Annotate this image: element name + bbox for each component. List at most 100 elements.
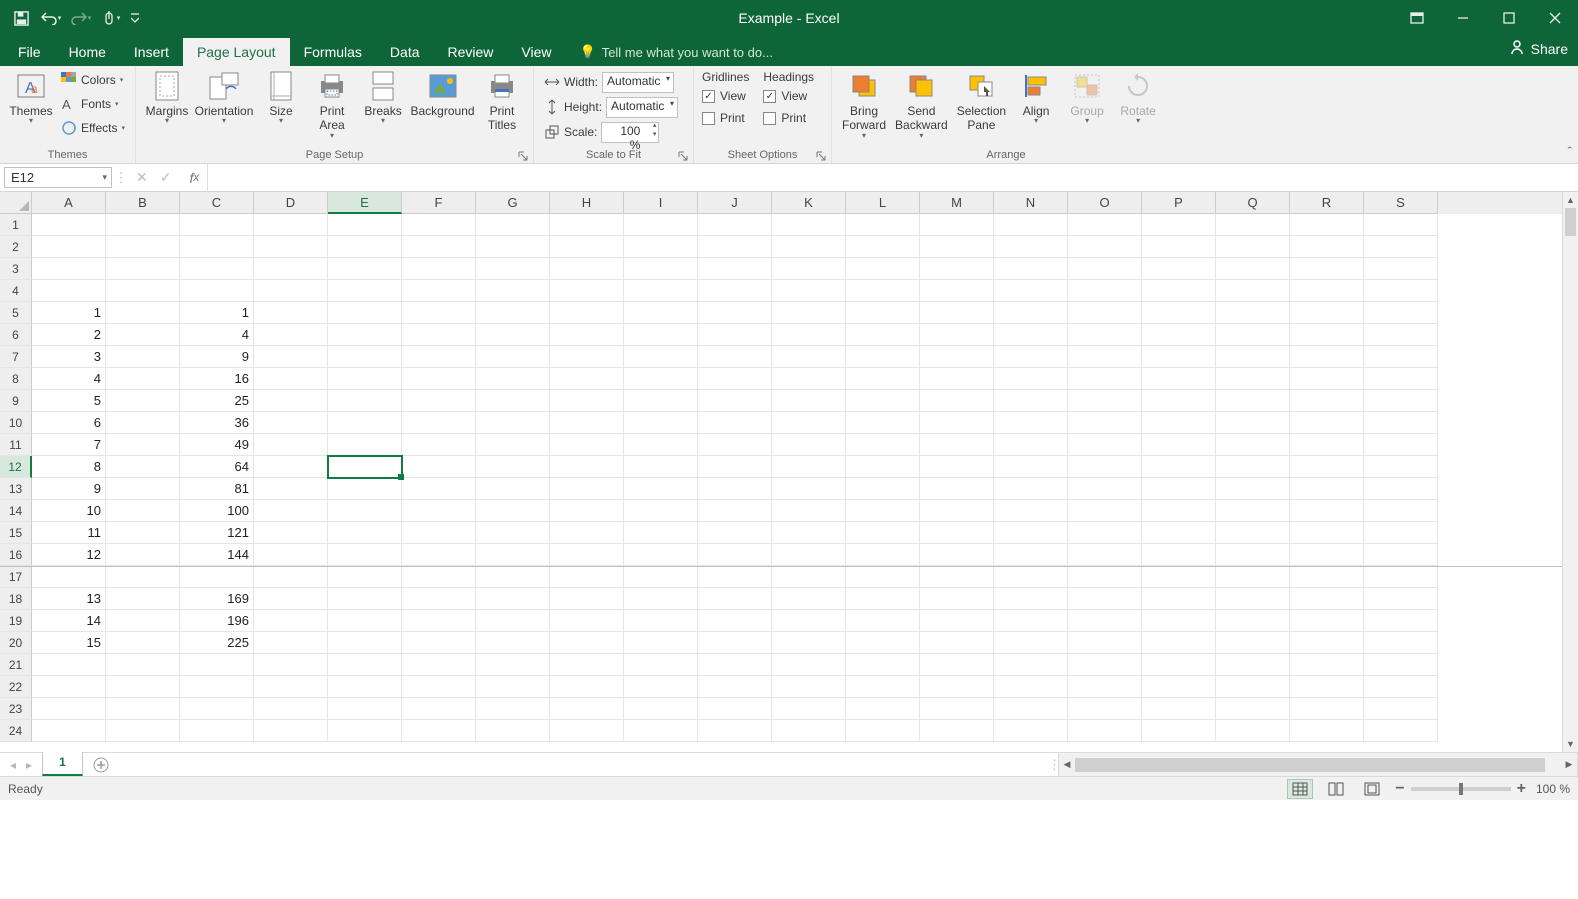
row-header-21[interactable]: 21 <box>0 654 32 676</box>
cell-P1[interactable] <box>1142 214 1216 236</box>
minimize-icon[interactable] <box>1440 0 1486 36</box>
cell-S18[interactable] <box>1364 588 1438 610</box>
column-header-Q[interactable]: Q <box>1216 192 1290 214</box>
cell-J23[interactable] <box>698 698 772 720</box>
cell-R24[interactable] <box>1290 720 1364 742</box>
cell-L2[interactable] <box>846 236 920 258</box>
cell-Q15[interactable] <box>1216 522 1290 544</box>
cell-Q23[interactable] <box>1216 698 1290 720</box>
normal-view-icon[interactable] <box>1287 779 1313 799</box>
cell-G14[interactable] <box>476 500 550 522</box>
zoom-track[interactable] <box>1411 787 1511 791</box>
cell-Q7[interactable] <box>1216 346 1290 368</box>
cell-H1[interactable] <box>550 214 624 236</box>
cell-C11[interactable]: 49 <box>180 434 254 456</box>
cell-L5[interactable] <box>846 302 920 324</box>
cell-J16[interactable] <box>698 544 772 566</box>
cell-J2[interactable] <box>698 236 772 258</box>
cell-A20[interactable]: 15 <box>32 632 106 654</box>
cell-O11[interactable] <box>1068 434 1142 456</box>
cell-S21[interactable] <box>1364 654 1438 676</box>
cell-E20[interactable] <box>328 632 402 654</box>
cell-E17[interactable] <box>328 566 402 588</box>
cell-A16[interactable]: 12 <box>32 544 106 566</box>
cell-S12[interactable] <box>1364 456 1438 478</box>
cell-R17[interactable] <box>1290 566 1364 588</box>
cell-K4[interactable] <box>772 280 846 302</box>
cell-C10[interactable]: 36 <box>180 412 254 434</box>
row-header-14[interactable]: 14 <box>0 500 32 522</box>
cell-Q5[interactable] <box>1216 302 1290 324</box>
sheet-next-icon[interactable]: ▸ <box>22 758 36 772</box>
cell-L14[interactable] <box>846 500 920 522</box>
cell-B24[interactable] <box>106 720 180 742</box>
row-header-2[interactable]: 2 <box>0 236 32 258</box>
cell-I21[interactable] <box>624 654 698 676</box>
print-titles-button[interactable]: Print Titles <box>477 68 527 135</box>
scroll-right-icon[interactable]: ▶ <box>1561 759 1577 770</box>
cell-H22[interactable] <box>550 676 624 698</box>
cell-B1[interactable] <box>106 214 180 236</box>
cell-P20[interactable] <box>1142 632 1216 654</box>
row-header-15[interactable]: 15 <box>0 522 32 544</box>
effects-button[interactable]: Effects▾ <box>57 116 129 140</box>
cell-H24[interactable] <box>550 720 624 742</box>
cell-H14[interactable] <box>550 500 624 522</box>
cell-G21[interactable] <box>476 654 550 676</box>
row-header-19[interactable]: 19 <box>0 610 32 632</box>
cell-B6[interactable] <box>106 324 180 346</box>
new-sheet-button[interactable] <box>89 753 113 776</box>
formula-input[interactable] <box>207 164 1578 191</box>
cell-M24[interactable] <box>920 720 994 742</box>
cell-Q4[interactable] <box>1216 280 1290 302</box>
cell-G1[interactable] <box>476 214 550 236</box>
cell-S9[interactable] <box>1364 390 1438 412</box>
cell-M3[interactable] <box>920 258 994 280</box>
cell-N20[interactable] <box>994 632 1068 654</box>
cell-O24[interactable] <box>1068 720 1142 742</box>
cell-D23[interactable] <box>254 698 328 720</box>
cell-G8[interactable] <box>476 368 550 390</box>
cell-A15[interactable]: 11 <box>32 522 106 544</box>
cell-A6[interactable]: 2 <box>32 324 106 346</box>
tab-file[interactable]: File <box>4 38 55 66</box>
cell-K17[interactable] <box>772 566 846 588</box>
cell-J19[interactable] <box>698 610 772 632</box>
cell-E10[interactable] <box>328 412 402 434</box>
row-header-16[interactable]: 16 <box>0 544 32 566</box>
cell-D14[interactable] <box>254 500 328 522</box>
cell-N12[interactable] <box>994 456 1068 478</box>
cell-J17[interactable] <box>698 566 772 588</box>
cell-C23[interactable] <box>180 698 254 720</box>
cell-A5[interactable]: 1 <box>32 302 106 324</box>
cell-Q3[interactable] <box>1216 258 1290 280</box>
cell-E9[interactable] <box>328 390 402 412</box>
row-header-20[interactable]: 20 <box>0 632 32 654</box>
cell-G10[interactable] <box>476 412 550 434</box>
cell-M14[interactable] <box>920 500 994 522</box>
cell-E2[interactable] <box>328 236 402 258</box>
cell-G17[interactable] <box>476 566 550 588</box>
cell-G7[interactable] <box>476 346 550 368</box>
column-header-P[interactable]: P <box>1142 192 1216 214</box>
cell-Q18[interactable] <box>1216 588 1290 610</box>
cell-F9[interactable] <box>402 390 476 412</box>
tell-me-search[interactable]: 💡 Tell me what you want to do... <box>566 38 787 66</box>
cell-L3[interactable] <box>846 258 920 280</box>
cell-P18[interactable] <box>1142 588 1216 610</box>
cell-F23[interactable] <box>402 698 476 720</box>
cell-P17[interactable] <box>1142 566 1216 588</box>
cell-M13[interactable] <box>920 478 994 500</box>
cell-S1[interactable] <box>1364 214 1438 236</box>
cell-A10[interactable]: 6 <box>32 412 106 434</box>
cell-F10[interactable] <box>402 412 476 434</box>
cell-I20[interactable] <box>624 632 698 654</box>
cell-M5[interactable] <box>920 302 994 324</box>
cell-E18[interactable] <box>328 588 402 610</box>
column-header-L[interactable]: L <box>846 192 920 214</box>
cell-C5[interactable]: 1 <box>180 302 254 324</box>
cell-N21[interactable] <box>994 654 1068 676</box>
column-header-O[interactable]: O <box>1068 192 1142 214</box>
cell-J11[interactable] <box>698 434 772 456</box>
name-box[interactable]: E12 <box>4 167 112 188</box>
